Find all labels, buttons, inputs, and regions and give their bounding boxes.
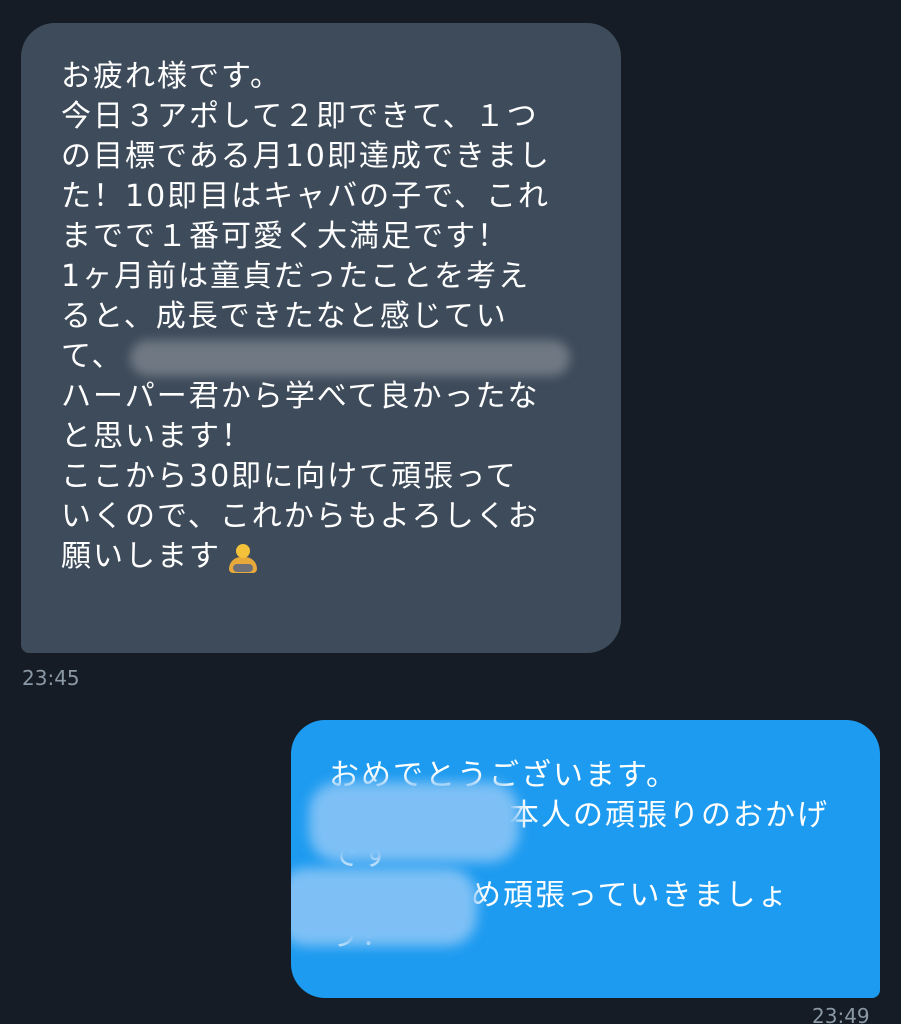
message-line-redacted: て、 — [61, 337, 601, 377]
message-line-with-emoji: 願いします — [61, 537, 601, 577]
message-line: ここから30即に向けて頑張って — [61, 459, 518, 494]
message-line-text: 願いします — [61, 539, 221, 574]
dm-conversation: お疲れ様です。 今日３アポして２即できて、１つ の目標である月10即達成できまし… — [0, 0, 901, 1024]
incoming-message-bubble[interactable]: お疲れ様です。 今日３アポして２即できて、１つ の目標である月10即達成できまし… — [21, 23, 621, 653]
outgoing-timestamp: 23:49 — [812, 1004, 870, 1024]
message-line: までで１番可愛く大満足です！ — [61, 219, 509, 254]
message-line: ると、成長できたなと感じてい — [61, 299, 508, 334]
incoming-timestamp: 23:45 — [22, 666, 80, 690]
message-line: ハーパー君から学べて良かったな — [61, 379, 540, 414]
message-line: の目標である月10即達成できまし — [61, 139, 551, 174]
redaction-blur — [129, 339, 570, 376]
redaction-blur — [291, 868, 477, 946]
message-line: お疲れ様です。 — [61, 59, 282, 94]
message-line: 1ヶ月前は童貞だったことを考え — [61, 259, 531, 294]
message-line: 今日３アポして２即できて、１つ — [61, 99, 539, 134]
outgoing-message-bubble[interactable]: おめでとうございます。 本人の頑張りのおかげ です め頑張っていきましょ う！ — [291, 720, 880, 998]
redaction-blur — [309, 782, 519, 862]
person-bowing-emoji-icon — [227, 542, 259, 574]
message-line: いくので、これからもよろしくお — [61, 499, 540, 534]
message-line: た！10即目はキャバの子で、これ — [61, 179, 550, 214]
message-line: と思います！ — [61, 419, 253, 454]
message-line-text: て、 — [61, 339, 124, 374]
